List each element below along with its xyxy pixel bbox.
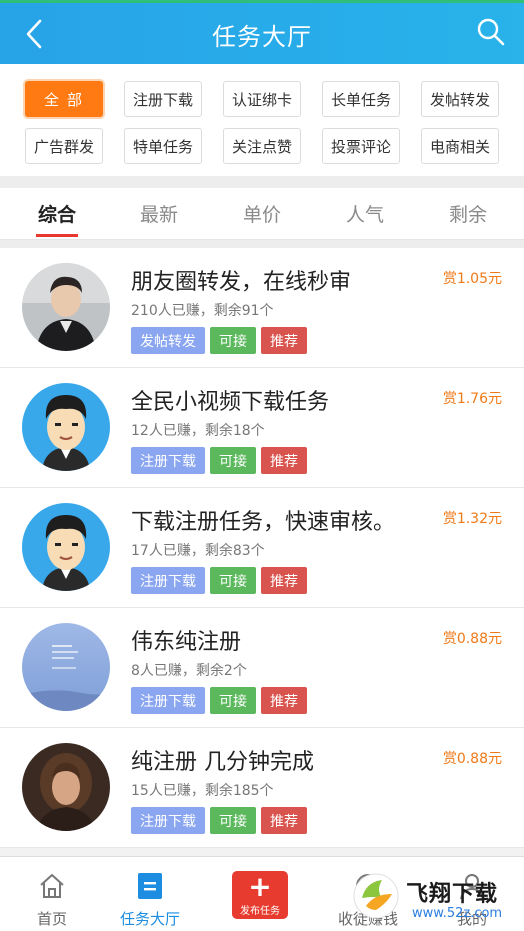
category-filter-panel: 全部 注册下载 认证绑卡 长单任务 发帖转发 广告群发 特单任务 关注点赞 投票…: [0, 64, 524, 176]
section-divider: [0, 176, 524, 188]
task-hall-icon: [138, 873, 162, 899]
sort-tab-popularity[interactable]: 人气: [325, 200, 405, 227]
task-tags: 注册下载 可接 推荐: [131, 567, 307, 594]
task-stats: 17人已赚，剩余83个: [131, 543, 265, 559]
home-icon: [40, 874, 64, 898]
task-stats: 12人已赚，剩余18个: [131, 423, 265, 439]
available-tag: 可接: [210, 807, 256, 834]
sort-tab-price[interactable]: 单价: [222, 200, 302, 227]
available-tag: 可接: [210, 327, 256, 354]
recommend-tag: 推荐: [261, 447, 307, 474]
task-title: 下载注册任务，快速审核。: [131, 510, 396, 535]
task-reward: 赏0.88元: [442, 751, 502, 767]
search-icon[interactable]: [476, 17, 506, 47]
avatar: [22, 623, 110, 711]
sort-tab-overall[interactable]: 综合: [17, 200, 97, 227]
available-tag: 可接: [210, 687, 256, 714]
top-bar: 任务大厅: [0, 0, 524, 64]
nav-home-label: 首页: [36, 910, 67, 928]
category-tag: 发帖转发: [131, 327, 205, 354]
category-tag: 注册下载: [131, 567, 205, 594]
sort-tab-remaining[interactable]: 剩余: [428, 200, 508, 227]
category-tag: 注册下载: [131, 447, 205, 474]
task-reward: 赏1.32元: [442, 511, 502, 527]
category-tag: 注册下载: [131, 807, 205, 834]
filter-chip[interactable]: 电商相关: [421, 128, 499, 164]
task-stats: 15人已赚，剩余185个: [131, 783, 274, 799]
recommend-tag: 推荐: [261, 807, 307, 834]
filter-chip[interactable]: 认证绑卡: [223, 81, 301, 117]
filter-chip[interactable]: 关注点赞: [223, 128, 301, 164]
task-title: 全民小视频下载任务: [131, 390, 330, 415]
active-tab-indicator: [36, 234, 78, 237]
task-stats: 8人已赚，剩余2个: [131, 663, 247, 679]
task-title: 朋友圈转发，在线秒审: [131, 270, 352, 295]
sort-tab-bar: 综合 最新 单价 人气 剩余: [0, 188, 524, 240]
plus-icon: +: [248, 870, 272, 903]
filter-chip[interactable]: 注册下载: [124, 81, 202, 117]
publish-task-button[interactable]: + 发布任务: [232, 871, 288, 919]
task-item[interactable]: 全民小视频下载任务 12人已赚，剩余18个 赏1.76元 注册下载 可接 推荐: [0, 368, 524, 488]
page-title: 任务大厅: [212, 23, 312, 51]
task-reward: 赏1.05元: [442, 271, 502, 287]
task-stats: 210人已赚，剩余91个: [131, 303, 274, 319]
filter-chip[interactable]: 投票评论: [322, 128, 400, 164]
category-tag: 注册下载: [131, 687, 205, 714]
sort-tab-latest[interactable]: 最新: [119, 200, 199, 227]
recommend-tag: 推荐: [261, 687, 307, 714]
filter-chip[interactable]: 广告群发: [25, 128, 103, 164]
nav-home[interactable]: 首页: [0, 857, 104, 931]
task-tags: 注册下载 可接 推荐: [131, 687, 307, 714]
task-reward: 赏0.88元: [442, 631, 502, 647]
recommend-tag: 推荐: [261, 567, 307, 594]
section-divider: [0, 240, 524, 248]
available-tag: 可接: [210, 447, 256, 474]
watermark-logo-icon: [353, 873, 399, 919]
avatar: [22, 503, 110, 591]
task-tags: 发帖转发 可接 推荐: [131, 327, 307, 354]
nav-task-hall[interactable]: 任务大厅: [98, 857, 202, 931]
task-item[interactable]: 纯注册 几分钟完成 15人已赚，剩余185个 赏0.88元 注册下载 可接 推荐: [0, 728, 524, 848]
avatar: [22, 743, 110, 831]
watermark-text: 飞翔下载: [406, 882, 499, 907]
task-tags: 注册下载 可接 推荐: [131, 807, 307, 834]
filter-chip[interactable]: 长单任务: [322, 81, 400, 117]
publish-task-label: 发布任务: [240, 906, 280, 917]
task-tags: 注册下载 可接 推荐: [131, 447, 307, 474]
watermark-url: www.52z.com: [412, 906, 503, 921]
filter-chip[interactable]: 发帖转发: [421, 81, 499, 117]
task-item[interactable]: 伟东纯注册 8人已赚，剩余2个 赏0.88元 注册下载 可接 推荐: [0, 608, 524, 728]
task-title: 伟东纯注册: [131, 630, 242, 655]
avatar: [22, 263, 110, 351]
task-item[interactable]: 朋友圈转发，在线秒审 210人已赚，剩余91个 赏1.05元 发帖转发 可接 推…: [0, 248, 524, 368]
watermark: 飞翔下载 www.52z.com: [352, 866, 522, 928]
task-title: 纯注册 几分钟完成: [131, 750, 314, 775]
recommend-tag: 推荐: [261, 327, 307, 354]
nav-task-hall-label: 任务大厅: [119, 910, 180, 928]
filter-chip-all[interactable]: 全部: [25, 81, 103, 117]
available-tag: 可接: [210, 567, 256, 594]
task-item[interactable]: 下载注册任务，快速审核。 17人已赚，剩余83个 赏1.32元 注册下载 可接 …: [0, 488, 524, 608]
filter-chip[interactable]: 特单任务: [124, 128, 202, 164]
avatar: [22, 383, 110, 471]
task-reward: 赏1.76元: [442, 391, 502, 407]
